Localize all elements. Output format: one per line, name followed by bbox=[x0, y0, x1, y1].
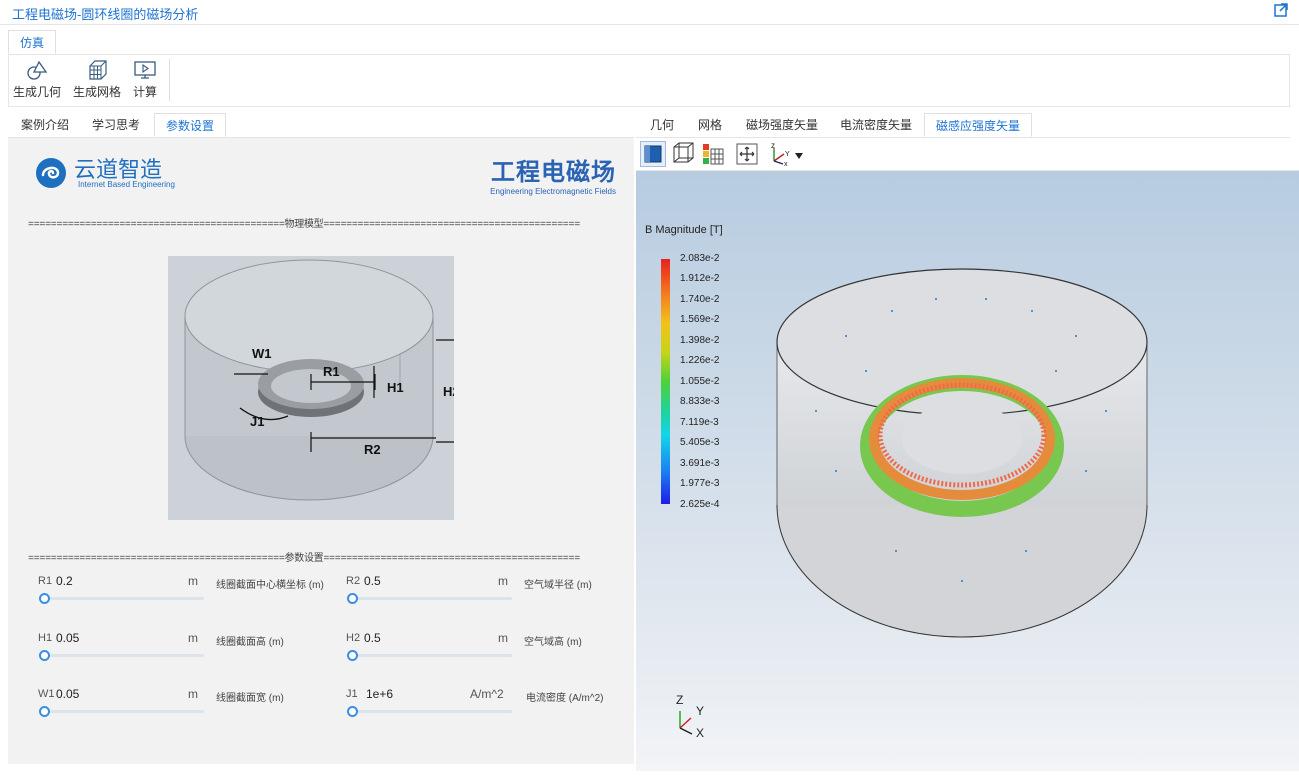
slider-handle[interactable] bbox=[39, 706, 50, 717]
external-link-icon[interactable] bbox=[1273, 2, 1289, 18]
param-unit: m bbox=[188, 574, 198, 588]
generate-mesh-label: 生成网格 bbox=[73, 85, 122, 99]
param-slider[interactable] bbox=[347, 706, 512, 717]
tab-parameters[interactable]: 参数设置 bbox=[154, 113, 226, 137]
param-code: H2 bbox=[346, 632, 361, 644]
param-code: W1 bbox=[38, 688, 55, 700]
compute-label: 计算 bbox=[133, 85, 158, 99]
slider-handle[interactable] bbox=[39, 650, 50, 661]
corner-axis-z: Z bbox=[676, 693, 683, 707]
corner-axis-triad: Z Y X bbox=[676, 693, 704, 740]
param-value[interactable]: 1e+6 bbox=[366, 687, 393, 701]
generate-geometry-label: 生成几何 bbox=[13, 85, 62, 99]
param-slider[interactable] bbox=[39, 706, 204, 717]
param-slider[interactable] bbox=[347, 593, 512, 604]
param-unit: A/m^2 bbox=[470, 687, 504, 701]
param-code: J1 bbox=[346, 688, 358, 700]
course-logo-main-text: 工程电磁场 bbox=[491, 159, 616, 186]
label-h2: H2 bbox=[443, 384, 454, 399]
label-r2: R2 bbox=[364, 442, 381, 457]
slider-handle[interactable] bbox=[347, 593, 358, 604]
wireframe-cube-icon bbox=[673, 142, 694, 163]
tab-current-density[interactable]: 电流密度矢量 bbox=[830, 113, 922, 137]
field-visualization: Z Y X bbox=[676, 268, 1148, 740]
course-logo-sub-text: Engineering Electromagnetic Fields bbox=[490, 187, 616, 196]
ribbon-tabs: 仿真 bbox=[8, 30, 1290, 55]
course-logo: 工程电磁场 Engineering Electromagnetic Fields bbox=[490, 152, 616, 196]
model-diagram: W1 R1 H1 H2 J1 R2 bbox=[184, 259, 460, 501]
param-unit: m bbox=[498, 631, 508, 645]
slider-handle[interactable] bbox=[347, 706, 358, 717]
param-value[interactable]: 0.05 bbox=[56, 631, 79, 645]
wireframe-view-button[interactable] bbox=[670, 141, 696, 167]
left-tabs: 案例介绍 学习思考 参数设置 bbox=[8, 113, 634, 138]
tab-study[interactable]: 学习思考 bbox=[80, 113, 152, 137]
param-unit: m bbox=[188, 687, 198, 701]
logo-swirl-icon bbox=[36, 158, 66, 188]
label-h1: H1 bbox=[387, 380, 404, 395]
label-j1: J1 bbox=[250, 414, 264, 429]
axis-triad-icon: z Y x bbox=[771, 141, 803, 168]
app-title: 工程电磁场-圆环线圈的磁场分析 bbox=[12, 7, 199, 22]
tab-simulation[interactable]: 仿真 bbox=[8, 30, 56, 54]
tab-geometry[interactable]: 几何 bbox=[640, 113, 684, 137]
geometry-icon bbox=[27, 60, 48, 80]
generate-mesh-button[interactable]: 生成网格 bbox=[73, 59, 121, 100]
viewer-toolbar: z Y x bbox=[636, 138, 1299, 171]
label-w1: W1 bbox=[252, 346, 272, 361]
param-value[interactable]: 0.5 bbox=[364, 631, 381, 645]
param-desc: 线圈截面高 (m) bbox=[216, 637, 284, 648]
color-table-icon bbox=[703, 144, 724, 165]
axis-orientation-button[interactable]: z Y x bbox=[766, 141, 806, 168]
param-value[interactable]: 0.2 bbox=[56, 574, 73, 588]
ribbon-divider bbox=[169, 59, 170, 101]
dropdown-arrow-icon bbox=[795, 153, 803, 159]
slider-handle[interactable] bbox=[347, 650, 358, 661]
result-tabs: 几何 网格 磁场强度矢量 电流密度矢量 磁感应强度矢量 bbox=[636, 113, 1290, 138]
ribbon-toolbar: 生成几何 生成网格 计算 bbox=[8, 55, 1290, 107]
generate-geometry-button[interactable]: 生成几何 bbox=[13, 59, 61, 100]
axis-x-label: x bbox=[784, 161, 788, 167]
tab-magnetic-flux-density[interactable]: 磁感应强度矢量 bbox=[924, 113, 1032, 137]
param-value[interactable]: 0.5 bbox=[364, 574, 381, 588]
model-section-header: ========================================… bbox=[28, 220, 580, 231]
label-r1: R1 bbox=[323, 364, 340, 379]
param-desc: 空气域半径 (m) bbox=[524, 580, 592, 591]
parameter-panel: 云道智造 Internet Based Engineering 工程电磁场 En… bbox=[8, 138, 634, 764]
title-bar: 工程电磁场-圆环线圈的磁场分析 bbox=[0, 0, 1299, 25]
slider-handle[interactable] bbox=[39, 593, 50, 604]
solid-cube-icon bbox=[644, 145, 662, 163]
corner-axis-y: Y bbox=[696, 704, 704, 718]
param-value[interactable]: 0.05 bbox=[56, 687, 79, 701]
tab-case-intro[interactable]: 案例介绍 bbox=[12, 113, 78, 137]
axis-z-label: z bbox=[771, 141, 775, 150]
param-code: R2 bbox=[346, 575, 361, 587]
compute-button[interactable]: 计算 bbox=[133, 59, 157, 100]
param-desc: 线圈截面宽 (m) bbox=[216, 693, 284, 704]
param-code: H1 bbox=[38, 632, 53, 644]
param-desc: 电流密度 (A/m^2) bbox=[526, 693, 604, 704]
param-unit: m bbox=[188, 631, 198, 645]
fit-view-button[interactable] bbox=[734, 141, 760, 167]
param-unit: m bbox=[498, 574, 508, 588]
fit-view-icon bbox=[736, 143, 758, 165]
param-slider[interactable] bbox=[347, 650, 512, 661]
physical-model-figure: W1 R1 H1 H2 J1 R2 bbox=[168, 256, 460, 520]
corner-axis-x: X bbox=[696, 726, 704, 740]
logo-sub-text: Internet Based Engineering bbox=[78, 180, 175, 189]
param-desc: 线圈截面中心横坐标 (m) bbox=[216, 580, 324, 591]
param-slider[interactable] bbox=[39, 650, 204, 661]
solid-view-button[interactable] bbox=[640, 141, 666, 167]
axis-y-label: Y bbox=[785, 151, 790, 158]
color-table-button[interactable] bbox=[700, 141, 726, 167]
compute-icon bbox=[134, 61, 156, 79]
param-code: R1 bbox=[38, 575, 53, 587]
params-section-header: ========================================… bbox=[28, 554, 580, 565]
mesh-icon bbox=[89, 60, 107, 80]
tab-mesh[interactable]: 网格 bbox=[686, 113, 734, 137]
param-slider[interactable] bbox=[39, 593, 204, 604]
param-desc: 空气域高 (m) bbox=[524, 637, 582, 648]
tab-magnetic-field-intensity[interactable]: 磁场强度矢量 bbox=[736, 113, 828, 137]
3d-viewport[interactable]: B Magnitude [T] 2.083e-2 1.912e-2 1.740e… bbox=[636, 171, 1299, 771]
